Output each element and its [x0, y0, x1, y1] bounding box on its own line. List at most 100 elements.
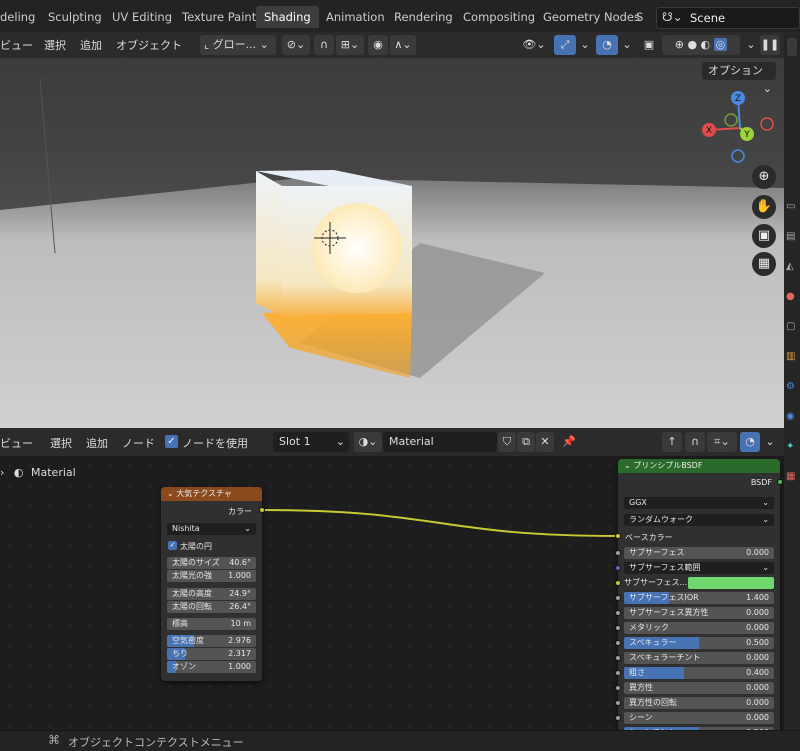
- material-name-field[interactable]: Material: [383, 432, 497, 452]
- bsdf-input-row[interactable]: サブサーフェス範囲 ⌄: [624, 562, 774, 574]
- subsurface-method-dropdown[interactable]: ランダムウォーク ⌄: [624, 514, 774, 526]
- bsdf-input-socket[interactable]: [615, 610, 621, 616]
- menu-view[interactable]: ビュー: [0, 37, 33, 53]
- tab-shading[interactable]: Shading: [256, 6, 319, 28]
- tool-tab-icon[interactable]: ▭: [786, 192, 795, 222]
- slot-dropdown[interactable]: Slot 1 ⌄: [273, 432, 349, 452]
- node-snap-toggle[interactable]: ∩: [685, 432, 705, 452]
- bsdf-input-socket[interactable]: [615, 655, 621, 661]
- node-menu-node[interactable]: ノード: [122, 435, 155, 451]
- xray-toggle[interactable]: ▣: [640, 35, 658, 55]
- bsdf-input-row[interactable]: スペキュラーチント 0.000: [624, 652, 774, 664]
- camera-view-button[interactable]: ▣: [752, 224, 776, 248]
- sun-intensity-field[interactable]: 太陽光の強 1.000: [167, 570, 256, 582]
- world-tab-icon[interactable]: ▢: [786, 312, 795, 342]
- gizmo-dropdown[interactable]: ⌄: [578, 35, 592, 55]
- tab-animation[interactable]: Animation: [318, 6, 393, 28]
- wireframe-shading-icon[interactable]: ⊕: [675, 38, 684, 51]
- sky-color-output-socket[interactable]: [259, 507, 265, 513]
- bsdf-input-row[interactable]: シーン 0.000: [624, 712, 774, 724]
- physics-tab-icon[interactable]: ◉: [786, 402, 795, 432]
- bsdf-input-socket[interactable]: [615, 550, 621, 556]
- bsdf-input-row[interactable]: サブサーフェスIOR 1.400: [624, 592, 774, 604]
- tab-geometry-nodes[interactable]: Geometry Nodes: [535, 6, 648, 28]
- data-tab-icon[interactable]: ▦: [786, 462, 795, 492]
- bsdf-input-row[interactable]: スペキュラー 0.500: [624, 637, 774, 649]
- overlay-toggle[interactable]: ◔: [596, 35, 618, 55]
- bsdf-input-socket[interactable]: [615, 715, 621, 721]
- distribution-dropdown[interactable]: GGX ⌄: [624, 497, 774, 509]
- air-density-field[interactable]: 空気密度 2.976: [167, 635, 256, 647]
- snap-target-button[interactable]: ⊞⌄: [336, 35, 364, 55]
- tab-uv-editing[interactable]: UV Editing: [104, 6, 180, 28]
- options-dropdown[interactable]: オプション ⌄: [702, 62, 776, 95]
- pause-render-button[interactable]: ❚❚: [760, 35, 780, 55]
- fake-user-button[interactable]: ⛉: [498, 432, 516, 452]
- duplicate-material-button[interactable]: ⧉: [517, 432, 535, 452]
- tab-scripting[interactable]: S: [634, 6, 645, 28]
- node-menu-view[interactable]: ビュー: [0, 435, 33, 451]
- pan-button[interactable]: ✋: [752, 195, 776, 219]
- constraint-tab-icon[interactable]: ✦: [786, 432, 795, 462]
- pivot-point-button[interactable]: ⊘⌄: [282, 35, 310, 55]
- bsdf-input-socket[interactable]: [615, 565, 621, 571]
- sun-rotation-field[interactable]: 太陽の回転 26.4°: [167, 601, 256, 613]
- node-snap-target-button[interactable]: ⌗⌄: [707, 432, 737, 452]
- sun-elevation-field[interactable]: 太陽の高度 24.9°: [167, 588, 256, 600]
- bsdf-input-row[interactable]: メタリック 0.000: [624, 622, 774, 634]
- solid-shading-icon[interactable]: ●: [687, 38, 697, 51]
- material-browse-button[interactable]: ◑⌄: [354, 432, 382, 452]
- visibility-button[interactable]: 👁⌄: [520, 35, 548, 55]
- tab-sculpting[interactable]: Sculpting: [40, 6, 110, 28]
- sun-disc-checkbox[interactable]: ✓: [168, 541, 177, 550]
- bsdf-input-row[interactable]: サブサーフェス 0.000: [624, 547, 774, 559]
- bsdf-node-header[interactable]: ⌄ プリンシプルBSDF: [618, 459, 780, 473]
- collapse-handle[interactable]: [787, 38, 797, 56]
- gizmo-toggle[interactable]: ⤢: [554, 35, 576, 55]
- node-overlay-toggle[interactable]: ◔: [740, 432, 760, 452]
- node-menu-add[interactable]: 追加: [86, 435, 108, 451]
- output-tab-icon[interactable]: ◭: [786, 252, 795, 282]
- tab-rendering[interactable]: Rendering: [386, 6, 461, 28]
- 3d-viewport[interactable]: オプション ⌄ Z X Y ⊕ ✋ ▣ ▦: [0, 58, 784, 428]
- falloff-button[interactable]: ∧⌄: [390, 35, 416, 55]
- menu-add[interactable]: 追加: [80, 37, 102, 53]
- material-shading-icon[interactable]: ◐: [701, 38, 711, 51]
- pin-button[interactable]: 📌: [560, 432, 578, 452]
- node-menu-select[interactable]: 選択: [50, 435, 72, 451]
- proportional-edit-toggle[interactable]: ◉: [368, 35, 388, 55]
- color-swatch[interactable]: [688, 577, 774, 589]
- shading-dropdown[interactable]: ⌄: [744, 35, 758, 55]
- bsdf-input-socket[interactable]: [615, 580, 621, 586]
- node-overlay-dropdown[interactable]: ⌄: [762, 432, 778, 452]
- render-tab-icon[interactable]: ▤: [786, 222, 795, 252]
- bsdf-input-row[interactable]: サブサーフェス異方性 0.000: [624, 607, 774, 619]
- parent-node-tree-button[interactable]: ↑: [662, 432, 682, 452]
- bsdf-input-socket[interactable]: [615, 625, 621, 631]
- tab-modeling[interactable]: deling: [0, 6, 43, 28]
- menu-select[interactable]: 選択: [44, 37, 66, 53]
- material-tab-icon[interactable]: ●: [786, 282, 795, 312]
- navigation-gizmo[interactable]: Z X Y: [695, 88, 784, 168]
- dust-density-field[interactable]: ちり 2.317: [167, 648, 256, 660]
- property-tabs[interactable]: ▭ ▤ ◭ ● ▢ ▥ ⚙ ◉ ✦ ▦: [786, 192, 795, 492]
- use-nodes-checkbox[interactable]: ✓: [165, 435, 178, 448]
- overlay-dropdown[interactable]: ⌄: [620, 35, 634, 55]
- bsdf-input-socket[interactable]: [615, 640, 621, 646]
- perspective-toggle-button[interactable]: ▦: [752, 252, 776, 276]
- bsdf-input-row[interactable]: 異方性 0.000: [624, 682, 774, 694]
- menu-object[interactable]: オブジェクト: [116, 37, 182, 53]
- principled-bsdf-node[interactable]: ⌄ プリンシプルBSDF BSDF GGX ⌄ ランダムウォーク ⌄ ベースカラ…: [615, 459, 783, 730]
- bsdf-input-row[interactable]: 異方性の回転 0.000: [624, 697, 774, 709]
- sky-type-dropdown[interactable]: Nishita ⌄: [167, 523, 256, 535]
- modifier-tab-icon[interactable]: ⚙: [786, 372, 795, 402]
- scene-selector[interactable]: ☋⌄ Scene: [656, 7, 800, 29]
- tab-texture-paint[interactable]: Texture Paint: [174, 6, 264, 28]
- bsdf-output-socket[interactable]: [777, 479, 783, 485]
- bsdf-input-socket[interactable]: [615, 595, 621, 601]
- bsdf-input-socket[interactable]: [615, 685, 621, 691]
- object-tab-icon[interactable]: ▥: [786, 342, 795, 372]
- rendered-shading-icon[interactable]: ◎: [713, 38, 728, 51]
- node-editor-canvas[interactable]: › ◐ Material ⌄ 大気テクスチャ カラー Nishita ⌄ ✓ 太…: [0, 456, 784, 730]
- sun-size-field[interactable]: 太陽のサイズ 40.6°: [167, 557, 256, 569]
